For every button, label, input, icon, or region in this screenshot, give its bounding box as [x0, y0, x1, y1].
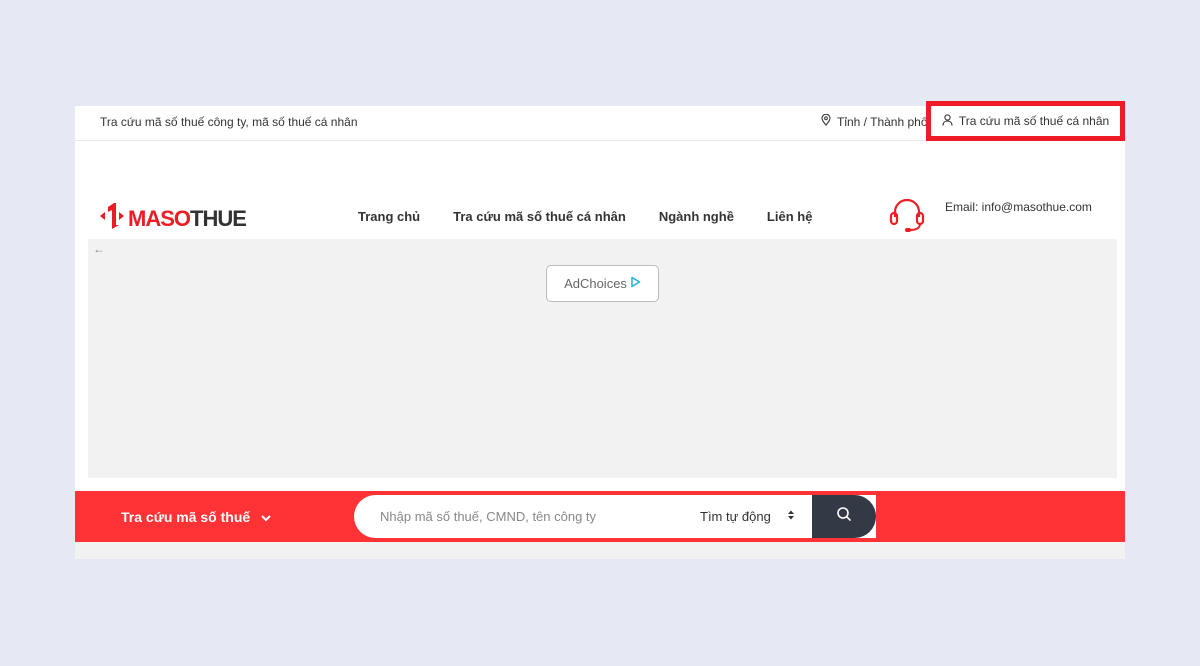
- adchoices-icon: [630, 276, 641, 291]
- adchoices-button[interactable]: AdChoices: [546, 265, 659, 302]
- personal-tax-lookup-link[interactable]: Tra cứu mã số thuế cá nhân: [926, 101, 1125, 141]
- sort-arrows-icon: [787, 509, 795, 524]
- search-button[interactable]: [812, 495, 876, 538]
- page: Tra cứu mã số thuế công ty, mã số thuế c…: [75, 101, 1125, 559]
- logo-wordmark: MASOTHUE: [128, 205, 247, 231]
- site-tagline: Tra cứu mã số thuế công ty, mã số thuế c…: [100, 115, 358, 129]
- content-strip: [75, 542, 1125, 559]
- nav-item-contact[interactable]: Liên hệ: [767, 209, 813, 224]
- logo-mark-icon: [100, 202, 124, 235]
- search-bar: Tra cứu mã số thuế Tìm tự động: [75, 491, 1125, 542]
- search-input[interactable]: [380, 495, 690, 538]
- chevron-down-icon: [260, 509, 272, 525]
- location-label: Tỉnh / Thành phố: [837, 114, 928, 129]
- site-logo[interactable]: MASOTHUE: [100, 202, 247, 235]
- search-box: Tìm tự động: [354, 495, 876, 538]
- headset-icon: [888, 197, 926, 238]
- nav-item-industries[interactable]: Ngành nghề: [659, 209, 734, 224]
- ad-banner: ← AdChoices: [88, 239, 1117, 478]
- search-icon: [836, 506, 852, 527]
- search-mode-label: Tìm tự động: [700, 509, 771, 524]
- main-nav: Trang chủ Tra cứu mã số thuế cá nhân Ngà…: [358, 209, 812, 224]
- location-selector[interactable]: Tỉnh / Thành phố: [821, 113, 928, 129]
- user-icon: [942, 113, 953, 129]
- map-pin-icon: [821, 113, 831, 129]
- nav-item-home[interactable]: Trang chủ: [358, 209, 420, 224]
- nav-item-personal-tax-lookup[interactable]: Tra cứu mã số thuế cá nhân: [453, 209, 626, 224]
- personal-tax-lookup-label: Tra cứu mã số thuế cá nhân: [958, 114, 1110, 128]
- arrow-left-icon[interactable]: ←: [93, 242, 105, 256]
- top-bar: Tra cứu mã số thuế công ty, mã số thuế c…: [75, 101, 1125, 141]
- search-mode-select[interactable]: Tìm tự động: [700, 495, 795, 538]
- search-type-label: Tra cứu mã số thuế: [121, 508, 251, 525]
- search-type-dropdown[interactable]: Tra cứu mã số thuế: [121, 491, 272, 542]
- adchoices-label: AdChoices: [564, 276, 627, 291]
- contact-email: Email: info@masothue.com: [945, 200, 1092, 214]
